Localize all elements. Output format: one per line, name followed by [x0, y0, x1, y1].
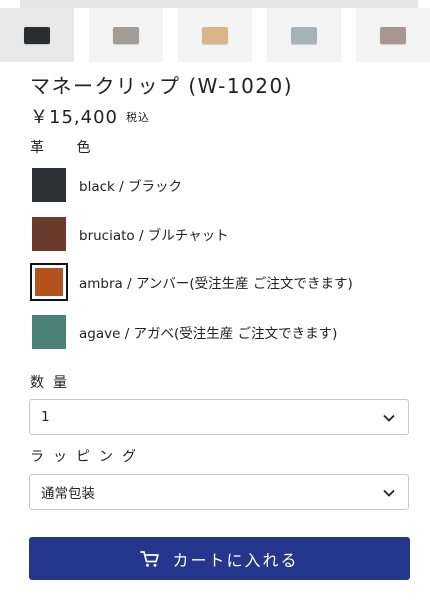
- wrapping-select[interactable]: 通常包装: [29, 474, 409, 510]
- tax-label: 税込: [125, 111, 150, 124]
- color-label-bruciato: bruciato / ブルチャット: [79, 228, 229, 244]
- wrapping-value: 通常包装: [41, 486, 95, 502]
- color-fill-black: [32, 168, 66, 202]
- thumb-taupe[interactable]: [356, 8, 430, 62]
- thumb-tan-image: [202, 26, 228, 44]
- quantity-value: 1: [41, 409, 50, 425]
- chevron-down-icon: [383, 414, 395, 422]
- thumb-black[interactable]: [0, 8, 74, 62]
- color-option-bruciato[interactable]: bruciato / ブルチャット: [30, 215, 229, 253]
- thumb-bluegrey-image: [291, 26, 317, 44]
- add-to-cart-button[interactable]: カートに入れる: [29, 537, 410, 580]
- product-price: ￥15,400 税込: [30, 103, 150, 129]
- cart-icon: [140, 550, 160, 567]
- color-fill-bruciato: [32, 217, 66, 251]
- color-option-ambra[interactable]: ambra / アンバー(受注生産 ご注文できます): [30, 263, 353, 301]
- leather-color-label: 革 色: [30, 140, 91, 156]
- color-fill-ambra: [35, 268, 63, 296]
- thumb-grey-image: [113, 26, 139, 44]
- thumb-bluegrey[interactable]: [267, 8, 341, 62]
- thumbnail-strip: [0, 8, 430, 62]
- wrapping-label: ラッピング: [30, 449, 145, 465]
- color-option-black[interactable]: black / ブラック: [30, 166, 182, 204]
- quantity-select[interactable]: 1: [29, 399, 409, 435]
- color-option-agave[interactable]: agave / アガベ(受注生産 ご注文できます): [30, 313, 337, 351]
- add-to-cart-label: カートに入れる: [172, 550, 299, 570]
- color-swatch-ambra: [30, 263, 68, 301]
- thumb-taupe-image: [380, 26, 406, 44]
- top-image-strip: [20, 0, 418, 8]
- color-swatch-black: [30, 166, 68, 204]
- color-fill-agave: [32, 315, 66, 349]
- price-value: ￥15,400: [30, 107, 118, 128]
- quantity-label: 数量: [30, 375, 76, 391]
- thumb-black-image: [24, 26, 50, 44]
- thumb-tan[interactable]: [178, 8, 252, 62]
- color-swatch-bruciato: [30, 215, 68, 253]
- chevron-down-icon: [383, 489, 395, 497]
- color-label-black: black / ブラック: [79, 179, 182, 195]
- color-label-ambra: ambra / アンバー(受注生産 ご注文できます): [79, 276, 353, 292]
- color-swatch-agave: [30, 313, 68, 351]
- color-label-agave: agave / アガベ(受注生産 ご注文できます): [79, 326, 338, 342]
- thumb-grey[interactable]: [89, 8, 163, 62]
- product-title: マネークリップ (W-1020): [30, 74, 294, 98]
